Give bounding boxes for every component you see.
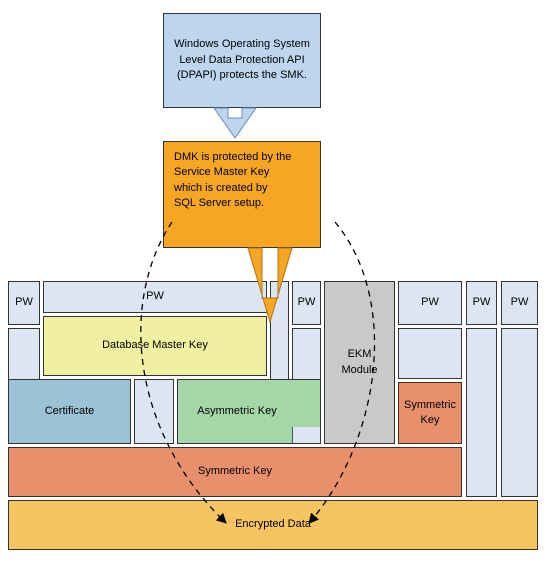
symmetric-key-small-box: Symmetric Key: [398, 382, 462, 444]
bg-col-r1: [466, 328, 497, 497]
bg-under-pw4: [398, 328, 462, 379]
smk-text: DMK is protected by the Service Master K…: [174, 150, 292, 212]
smk-box: DMK is protected by the Service Master K…: [163, 141, 321, 248]
dmk-box: Database Master Key: [43, 316, 267, 376]
dmk-label: Database Master Key: [102, 338, 208, 353]
pw-box-4: PW: [398, 281, 462, 325]
ekm-module-box: EKM Module: [324, 281, 395, 444]
dpapi-box: Windows Operating System Level Data Prot…: [163, 13, 321, 108]
arrow-dpapi-to-smk: [214, 108, 256, 138]
bg-col-r2: [501, 328, 538, 497]
encrypted-data-box: Encrypted Data: [8, 500, 538, 550]
symmetric-key-small-label: Symmetric Key: [403, 398, 457, 429]
pw-label: PW: [421, 295, 439, 310]
pw-box-3: PW: [292, 281, 321, 325]
encrypted-data-label: Encrypted Data: [235, 517, 311, 532]
ekm-module-label: EKM Module: [329, 347, 390, 378]
pw-label: PW: [473, 295, 491, 310]
pw-box-1: PW: [8, 281, 40, 325]
pw-box-2: PW: [43, 281, 267, 313]
pw-box-5: PW: [466, 281, 497, 325]
asymmetric-key-label: Asymmetric Key: [197, 404, 276, 419]
pw-label: PW: [511, 295, 529, 310]
pw-box-6: PW: [501, 281, 538, 325]
symmetric-key-large-label: Symmetric Key: [198, 464, 272, 479]
symmetric-key-large-box: Symmetric Key: [8, 447, 462, 497]
dpapi-text: Windows Operating System Level Data Prot…: [168, 37, 316, 83]
certificate-box: Certificate: [8, 379, 131, 444]
bg-gap-cert-asym: [134, 379, 174, 444]
pw-label: PW: [15, 295, 33, 310]
pw-label: PW: [298, 295, 316, 310]
certificate-label: Certificate: [45, 404, 95, 419]
pw-label: PW: [146, 289, 164, 304]
